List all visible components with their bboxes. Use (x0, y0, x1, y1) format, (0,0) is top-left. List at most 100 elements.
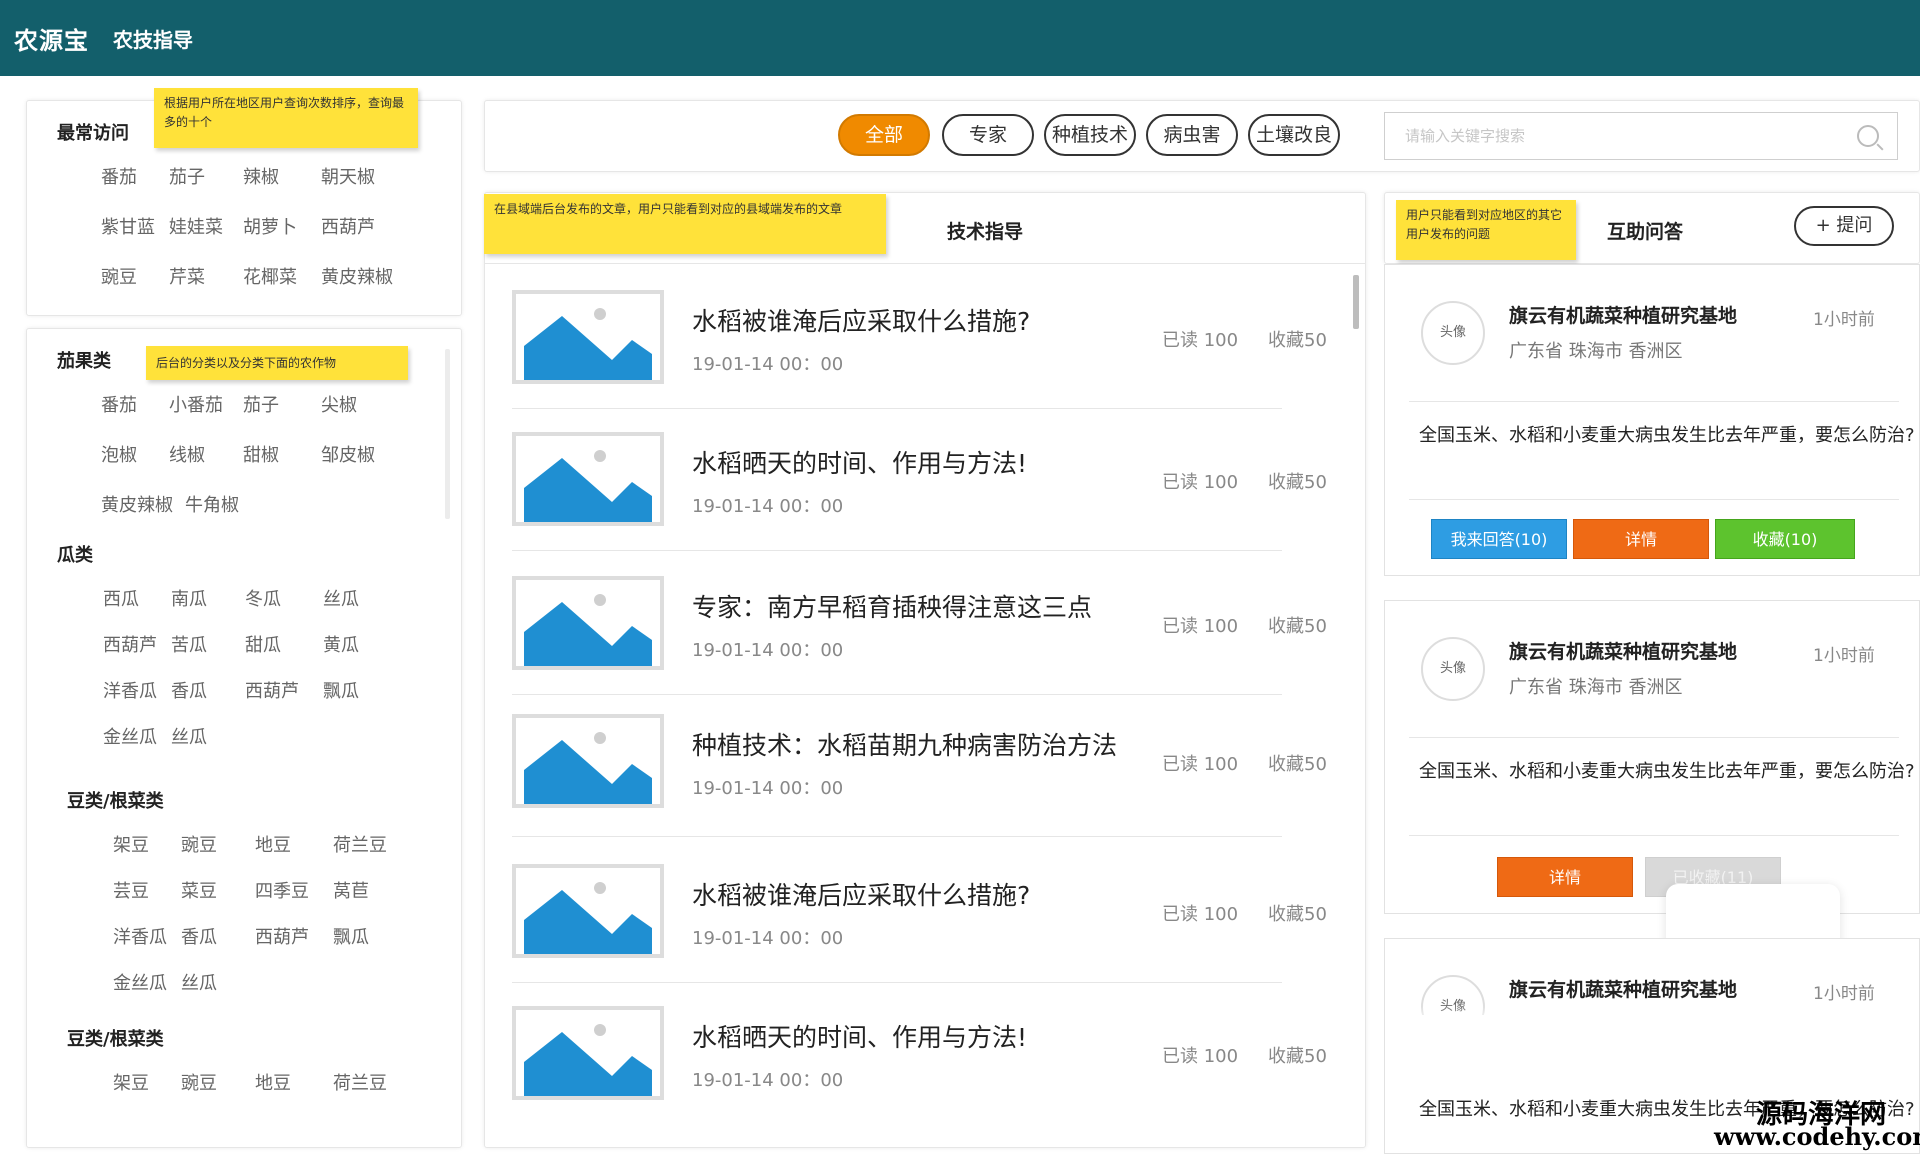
detail-button[interactable]: 详情 (1573, 519, 1709, 559)
article-time: 19-01-14 00：00 (692, 354, 844, 375)
article-title[interactable]: 水稻被谁淹后应采取什么措施? (692, 876, 1030, 912)
qa-org-name[interactable]: 旗云有机蔬菜种植研究基地 (1509, 975, 1737, 1002)
crop-item[interactable]: 飘瓜 (323, 677, 413, 723)
category-list-extra: 黄皮辣椒 牛角椒 (101, 491, 239, 541)
crop-item[interactable]: 辣椒 (243, 163, 321, 213)
crop-item[interactable]: 西葫芦 (321, 213, 411, 263)
article-item[interactable]: 水稻被谁淹后应采取什么措施? 19-01-14 00：00 已读 100 收藏5… (512, 290, 1327, 410)
crop-item[interactable]: 黄瓜 (323, 631, 413, 677)
filter-pest[interactable]: 病虫害 (1146, 114, 1238, 156)
crop-item[interactable]: 飘瓜 (333, 923, 423, 969)
crop-item[interactable]: 地豆 (255, 831, 333, 877)
crop-item[interactable]: 豌豆 (181, 831, 255, 877)
crop-item[interactable]: 四季豆 (255, 877, 333, 923)
crop-item[interactable]: 茄子 (169, 163, 243, 213)
crop-item[interactable]: 金丝瓜 (113, 969, 181, 1015)
crop-item[interactable]: 牛角椒 (185, 491, 239, 541)
crop-item[interactable]: 西瓜 (103, 585, 171, 631)
crop-item[interactable]: 甜瓜 (245, 631, 323, 677)
search-icon[interactable] (1857, 125, 1879, 147)
crop-item[interactable]: 胡萝卜 (243, 213, 321, 263)
divider (512, 550, 1282, 551)
crop-item[interactable]: 丝瓜 (181, 969, 255, 1015)
crop-item[interactable]: 冬瓜 (245, 585, 323, 631)
crop-item[interactable]: 西葫芦 (245, 677, 323, 723)
detail-button[interactable]: 详情 (1497, 857, 1633, 897)
avatar[interactable]: 头像 (1421, 301, 1485, 365)
crop-item[interactable]: 荷兰豆 (333, 1069, 423, 1115)
ask-question-button[interactable]: + 提问 (1794, 206, 1894, 246)
article-title[interactable]: 专家：南方早稻育插秧得注意这三点 (692, 588, 1092, 624)
crop-item[interactable]: 西葫芦 (255, 923, 333, 969)
answer-button[interactable]: 我来回答(10) (1431, 519, 1567, 559)
app-logo[interactable]: 农源宝 (14, 21, 89, 56)
crop-item[interactable]: 金丝瓜 (103, 723, 171, 769)
article-item[interactable]: 水稻晒天的时间、作用与方法! 19-01-14 00：00 已读 100 收藏5… (512, 432, 1327, 552)
crop-item[interactable]: 丝瓜 (171, 723, 245, 769)
qa-org-name[interactable]: 旗云有机蔬菜种植研究基地 (1509, 637, 1737, 664)
filter-planting[interactable]: 种植技术 (1044, 114, 1136, 156)
crop-item[interactable]: 地豆 (255, 1069, 333, 1115)
article-time: 19-01-14 00：00 (692, 928, 844, 949)
category-list: 架豆 豌豆 地豆 荷兰豆 (113, 1069, 423, 1115)
article-item[interactable]: 水稻被谁淹后应采取什么措施? 19-01-14 00：00 已读 100 收藏5… (512, 864, 1327, 984)
crop-item[interactable]: 泡椒 (101, 441, 169, 491)
sidebar-scrollbar[interactable] (445, 349, 450, 519)
crop-item[interactable]: 荷兰豆 (333, 831, 423, 877)
favorite-button[interactable]: 收藏(10) (1715, 519, 1855, 559)
crop-item[interactable]: 香瓜 (181, 923, 255, 969)
category-title: 豆类/根菜类 (67, 1029, 164, 1050)
qa-question[interactable]: 全国玉米、水稻和小麦重大病虫发生比去年严重，要怎么防治? (1419, 421, 1919, 450)
filter-expert[interactable]: 专家 (942, 114, 1034, 156)
crop-item[interactable]: 丝瓜 (323, 585, 413, 631)
search-input[interactable] (1385, 113, 1825, 159)
crop-item[interactable]: 黄皮辣椒 (101, 491, 173, 541)
article-title[interactable]: 水稻晒天的时间、作用与方法! (692, 1018, 1027, 1054)
crop-item[interactable]: 南瓜 (171, 585, 245, 631)
qa-org-name[interactable]: 旗云有机蔬菜种植研究基地 (1509, 301, 1737, 328)
crop-item[interactable]: 洋香瓜 (103, 677, 171, 723)
article-title[interactable]: 水稻被谁淹后应采取什么措施? (692, 302, 1030, 338)
crop-item[interactable]: 番茄 (101, 391, 169, 441)
filter-all[interactable]: 全部 (838, 114, 930, 156)
article-item[interactable]: 水稻晒天的时间、作用与方法! 19-01-14 00：00 已读 100 收藏5… (512, 1006, 1327, 1126)
image-placeholder-icon (516, 436, 660, 522)
crop-item[interactable]: 洋香瓜 (113, 923, 181, 969)
article-fav-count: 收藏50 (1268, 330, 1327, 351)
qa-question[interactable]: 全国玉米、水稻和小麦重大病虫发生比去年严重，要怎么防治? (1419, 757, 1919, 786)
crop-item[interactable]: 架豆 (113, 831, 181, 877)
crop-item[interactable]: 黄皮辣椒 (321, 263, 411, 313)
crop-item[interactable]: 尖椒 (321, 391, 411, 441)
crop-item[interactable]: 花椰菜 (243, 263, 321, 313)
article-item[interactable]: 专家：南方早稻育插秧得注意这三点 19-01-14 00：00 已读 100 收… (512, 576, 1327, 696)
crop-item[interactable]: 架豆 (113, 1069, 181, 1115)
crop-item[interactable]: 小番茄 (169, 391, 243, 441)
crop-item[interactable]: 线椒 (169, 441, 243, 491)
article-item[interactable]: 种植技术：水稻苗期九种病害防治方法 19-01-14 00：00 已读 100 … (512, 714, 1327, 834)
nav-item-agri-guide[interactable]: 农技指导 (113, 24, 193, 53)
crop-item[interactable]: 甜椒 (243, 441, 321, 491)
crop-item[interactable]: 豌豆 (101, 263, 169, 313)
crop-item[interactable]: 邹皮椒 (321, 441, 411, 491)
crop-item[interactable]: 菜豆 (181, 877, 255, 923)
crop-item[interactable]: 番茄 (101, 163, 169, 213)
crop-item[interactable]: 莴苣 (333, 877, 423, 923)
crop-item[interactable]: 紫甘蓝 (101, 213, 169, 263)
qa-card: 头像 旗云有机蔬菜种植研究基地 广东省 珠海市 香洲区 1小时前 全国玉米、水稻… (1384, 600, 1920, 914)
crop-item[interactable]: 豌豆 (181, 1069, 255, 1115)
crop-item[interactable]: 香瓜 (171, 677, 245, 723)
article-fav-count: 收藏50 (1268, 616, 1327, 637)
crop-item[interactable]: 娃娃菜 (169, 213, 243, 263)
article-title[interactable]: 水稻晒天的时间、作用与方法! (692, 444, 1027, 480)
crop-item[interactable]: 朝天椒 (321, 163, 411, 213)
filter-soil[interactable]: 土壤改良 (1248, 114, 1340, 156)
crop-item[interactable]: 芹菜 (169, 263, 243, 313)
crop-item[interactable]: 西葫芦 (103, 631, 171, 677)
crop-item[interactable]: 苦瓜 (171, 631, 245, 677)
avatar[interactable]: 头像 (1421, 637, 1485, 701)
note-frequent: 根据用户所在地区用户查询次数排序，查询最多的十个 (154, 88, 418, 148)
crop-item[interactable]: 茄子 (243, 391, 321, 441)
articles-scrollbar[interactable] (1353, 275, 1359, 329)
article-title[interactable]: 种植技术：水稻苗期九种病害防治方法 (692, 726, 1117, 762)
crop-item[interactable]: 芸豆 (113, 877, 181, 923)
